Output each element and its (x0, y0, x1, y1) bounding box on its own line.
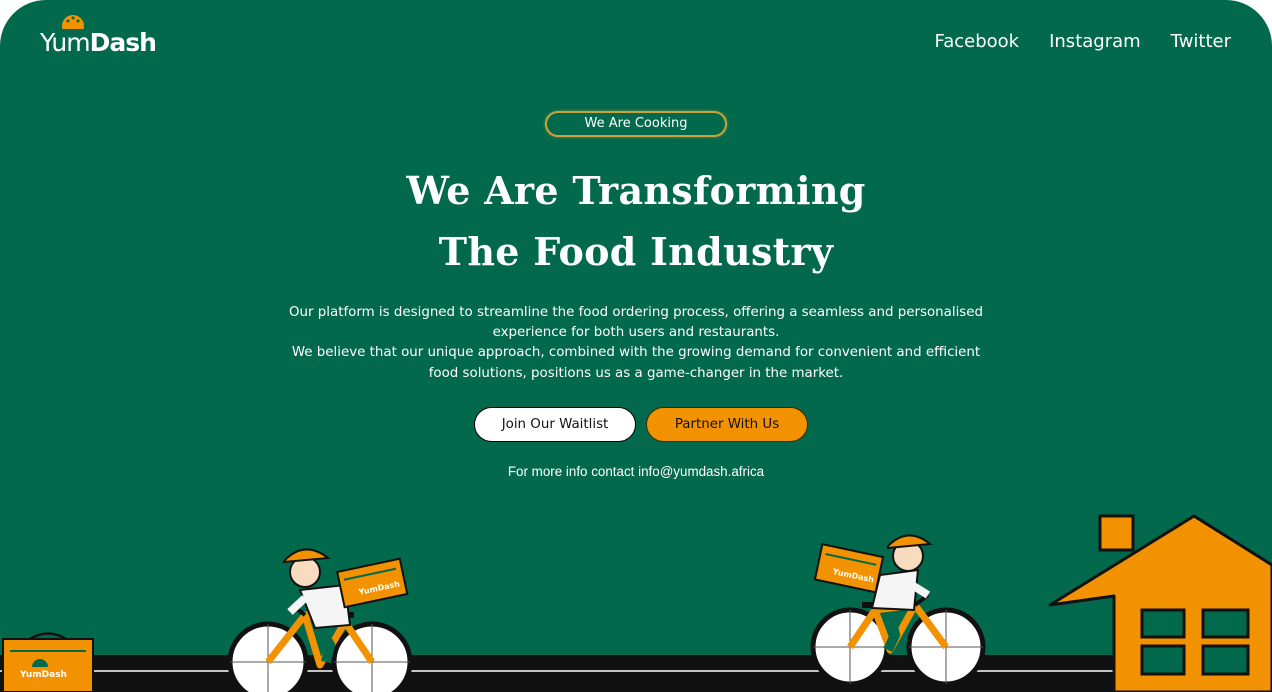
landing-page: YumDash Facebook Instagram Twitter We Ar… (0, 0, 1272, 692)
road (0, 655, 1272, 692)
box-label: YumDash (19, 670, 67, 680)
delivery-illustration: YumDash YumDash YumDash (0, 514, 1272, 692)
delivery-box-icon: YumDash (2, 632, 94, 692)
